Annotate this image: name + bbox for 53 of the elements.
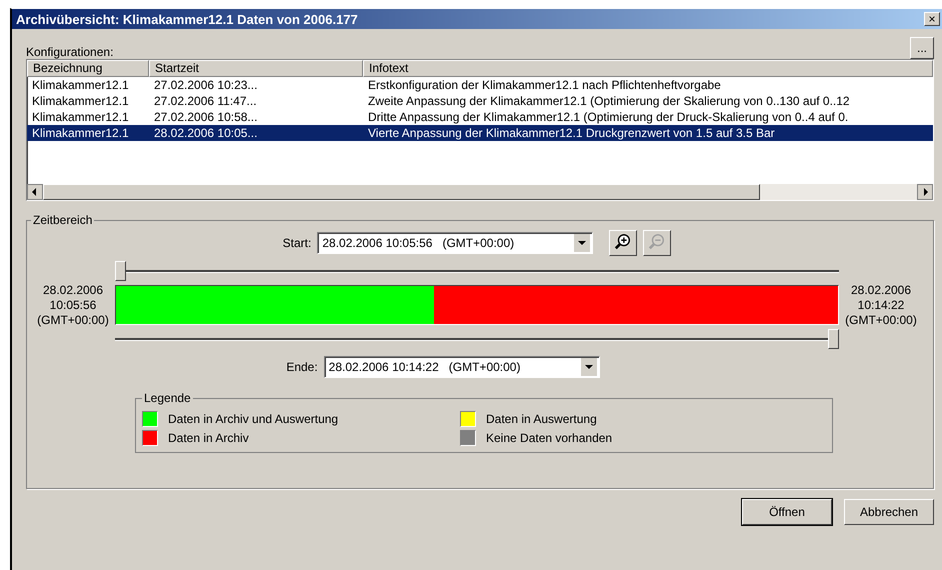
legend-label: Daten in Archiv und Auswertung <box>168 412 338 426</box>
legend-label: Daten in Auswertung <box>486 412 597 426</box>
column-header[interactable]: Bezeichnung <box>27 60 149 77</box>
table-cell-text: Klimakammer12.1 <box>31 77 130 93</box>
zoom-in-icon <box>614 233 632 251</box>
start-slider[interactable] <box>115 261 839 281</box>
configurations-label: Konfigurationen: <box>26 45 114 59</box>
list-row[interactable]: Klimakammer12.1 27.02.2006 11:47... Zweite Anpassung der Klimakammer12.1 (Optimierung der Skalierung von 0..130 auf 0..12 <box>27 93 933 109</box>
list-row[interactable]: Klimakammer12.1 27.02.2006 10:23... Erstkonfiguration der Klimakammer12.1 nach Pflichtenheftvorgabe <box>27 77 933 93</box>
legend-label: Keine Daten vorhanden <box>486 431 612 445</box>
table-cell-text: Klimakammer12.1 <box>31 125 130 141</box>
start-time-text: (GMT+00:00) <box>37 312 109 328</box>
start-dropdown[interactable]: 28.02.2006 10:05:56 (GMT+00:00) <box>317 232 594 254</box>
start-time-text: 28.02.2006 <box>42 282 104 298</box>
column-header[interactable]: Startzeit <box>149 60 363 77</box>
list-row[interactable]: Klimakammer12.1 28.02.2006 10:05... Vierte Anpassung der Klimakammer12.1 Druckgrenzwert von 1.5 auf 3.5 Bar <box>27 125 933 141</box>
zoom-out-button[interactable] <box>643 230 672 256</box>
table-cell-text: Erstkonfiguration der Klimakammer12.1 nach Pflichtenheftvorgabe <box>367 77 722 93</box>
scroll-right-icon[interactable] <box>917 184 933 200</box>
table-cell-text: Klimakammer12.1 <box>31 109 130 125</box>
table-cell-text: 27.02.2006 10:23... <box>153 77 258 93</box>
more-button[interactable]: ... <box>910 37 934 59</box>
horizontal-scrollbar[interactable] <box>27 184 933 200</box>
end-time-text: 28.02.2006 <box>850 282 912 298</box>
scroll-thumb[interactable] <box>43 184 760 200</box>
column-header[interactable]: Infotext <box>363 60 933 77</box>
zoom-in-button[interactable] <box>609 230 638 256</box>
start-label: Start: <box>282 236 312 250</box>
close-button[interactable]: × <box>924 12 940 26</box>
table-cell-text: 28.02.2006 10:05... <box>153 125 258 141</box>
end-dropdown[interactable]: 28.02.2006 10:14:22 (GMT+00:00) <box>324 356 600 378</box>
table-cell-text: 27.02.2006 11:47... <box>153 93 258 109</box>
end-slider[interactable] <box>115 329 839 349</box>
table-cell-text: Zweite Anpassung der Klimakammer12.1 (Optimierung der Skalierung von 0..130 auf 0..12 <box>367 93 851 109</box>
window-title: Archivübersicht: Klimakammer12.1 Daten von 2006.177 <box>16 12 358 26</box>
start-time-text: 10:05:56 <box>50 298 96 312</box>
slider-thumb[interactable] <box>115 261 126 281</box>
table-cell-text: Klimakammer12.1 <box>31 93 130 109</box>
end-label: Ende: <box>286 360 318 374</box>
scroll-left-icon[interactable] <box>27 184 43 200</box>
table-cell-text: Vierte Anpassung der Klimakammer12.1 Druckgrenzwert von 1.5 auf 3.5 Bar <box>367 125 776 141</box>
group-title: Legende <box>143 391 192 405</box>
dialog-button[interactable]: Abbrechen <box>844 499 934 525</box>
list-row[interactable]: Klimakammer12.1 27.02.2006 10:58... Dritte Anpassung der Klimakammer12.1 (Optimierung der Druck-Skalierung von 0..4 auf 0. <box>27 109 933 125</box>
legend-label: Daten in Archiv <box>168 431 249 445</box>
dialog-button[interactable]: Öffnen <box>742 499 832 525</box>
table-cell-text: 27.02.2006 10:58... <box>153 109 258 125</box>
group-title: Zeitbereich <box>32 213 94 227</box>
end-time-text: (GMT+00:00) <box>845 312 917 328</box>
slider-thumb[interactable] <box>828 329 839 349</box>
zoom-out-icon <box>648 233 666 251</box>
end-time-text: 10:14:22 <box>858 298 904 312</box>
table-cell-text: Dritte Anpassung der Klimakammer12.1 (Optimierung der Druck-Skalierung von 0..4 auf 0. <box>367 109 850 125</box>
